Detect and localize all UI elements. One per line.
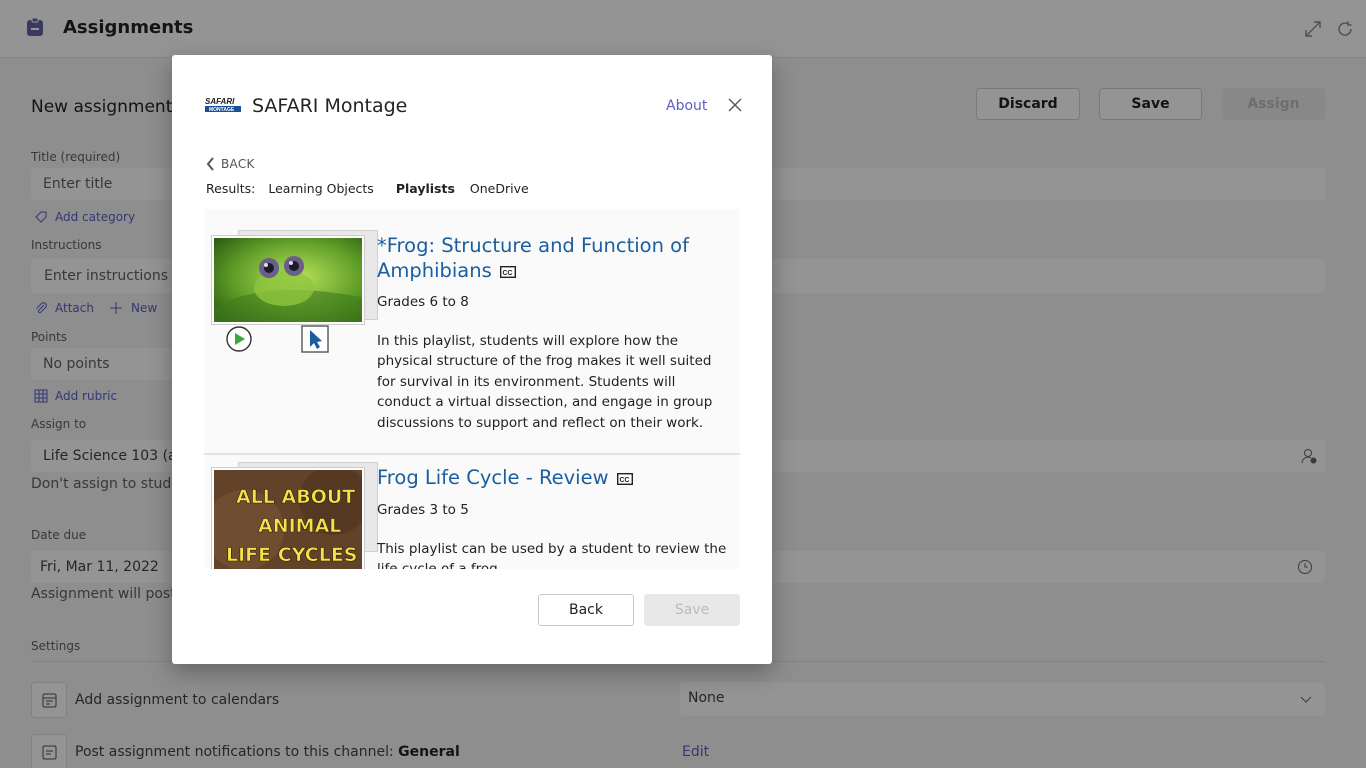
dialog-save-button[interactable]: Save	[644, 594, 740, 626]
back-button[interactable]: Back	[538, 594, 634, 626]
playlist-title-text: *Frog: Structure and Function of Amphibi…	[377, 234, 689, 282]
safari-content-frame: BACK Results: Learning Objects Playlists…	[204, 153, 740, 569]
thumb-line-1: ALL ABOUT	[236, 486, 355, 508]
animal-life-cycles-thumbnail-image: ALL ABOUT ANIMAL LIFE CYCLES	[212, 468, 364, 569]
safari-montage-dialog: SAFARI MONTAGE SAFARI Montage About BACK…	[172, 55, 772, 664]
tab-onedrive[interactable]: OneDrive	[470, 181, 529, 196]
closed-caption-icon: CC	[499, 265, 516, 278]
svg-text:SAFARI: SAFARI	[205, 97, 235, 106]
tab-playlists[interactable]: Playlists	[396, 181, 455, 196]
frog-thumbnail-image	[212, 236, 364, 324]
playlist-title[interactable]: *Frog: Structure and Function of Amphibi…	[377, 233, 697, 283]
thumb-line-3: LIFE CYCLES	[226, 544, 358, 566]
playlist-title[interactable]: Frog Life Cycle - Review CC	[377, 465, 717, 490]
grade-range: Grades 3 to 5	[377, 502, 469, 518]
svg-text:CC: CC	[502, 270, 512, 277]
playlist-description: This playlist can be used by a student t…	[377, 541, 727, 569]
about-link[interactable]: About	[666, 98, 707, 114]
svg-text:MONTAGE: MONTAGE	[209, 107, 235, 113]
back-link[interactable]: BACK	[206, 157, 255, 171]
dialog-title: SAFARI Montage	[252, 95, 408, 117]
close-icon[interactable]	[728, 98, 742, 112]
results-label: Results:	[206, 181, 256, 196]
playlist-title-text: Frog Life Cycle - Review	[377, 466, 609, 489]
list-divider	[204, 453, 740, 455]
closed-caption-icon: CC	[616, 472, 633, 485]
svg-text:CC: CC	[619, 477, 629, 484]
chevron-left-icon	[206, 157, 214, 171]
play-icon[interactable]	[225, 325, 253, 353]
results-tabs: Results: Learning Objects Playlists OneD…	[206, 181, 529, 196]
thumb-line-2: ANIMAL	[258, 515, 341, 537]
playlist-description: In this playlist, students will explore …	[377, 333, 713, 431]
grade-range: Grades 6 to 8	[377, 294, 469, 310]
tab-learning-objects[interactable]: Learning Objects	[268, 181, 373, 196]
back-link-label: BACK	[221, 157, 255, 171]
select-cursor-icon[interactable]	[301, 325, 329, 353]
safari-montage-logo: SAFARI MONTAGE	[205, 97, 241, 113]
playlist-results[interactable]: *Frog: Structure and Function of Amphibi…	[204, 209, 740, 569]
